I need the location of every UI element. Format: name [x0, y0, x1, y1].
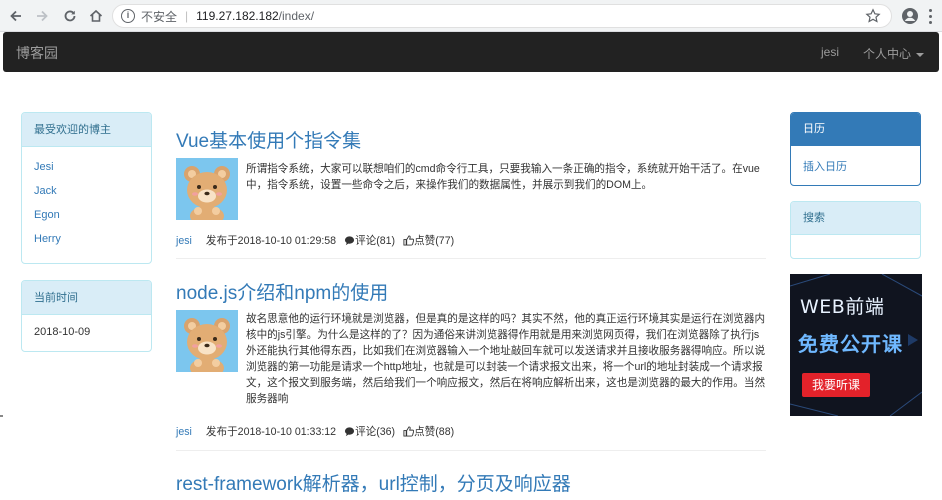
- address-bar[interactable]: i 不安全 | 119.27.182.182/index/: [112, 4, 892, 28]
- article-title[interactable]: Vue基本使用个指令集: [176, 126, 361, 153]
- like-count: 点赞(77): [414, 235, 455, 247]
- edge-mark: [0, 415, 3, 417]
- calendar-panel: 日历 插入日历: [790, 112, 921, 186]
- info-icon[interactable]: i: [121, 9, 135, 23]
- panel-heading: 最受欢迎的博主: [22, 113, 151, 147]
- brand-logo[interactable]: 博客园: [16, 43, 58, 63]
- blogger-link[interactable]: Jack: [34, 179, 139, 203]
- comment-count: 评论(81): [355, 235, 396, 247]
- current-time-value: 2018-10-09: [34, 326, 91, 338]
- comment-icon: [344, 427, 355, 437]
- article-meta: jesi 发布于2018-10-10 01:33:12 评论(36) 点赞(88…: [176, 424, 454, 439]
- article-divider: [176, 258, 766, 259]
- comment-count: 评论(36): [355, 426, 396, 438]
- popular-bloggers-panel: 最受欢迎的博主 Jesi Jack Egon Herry: [21, 112, 152, 264]
- thumbs-up-icon: [403, 235, 415, 246]
- blogger-link[interactable]: Jesi: [34, 155, 139, 179]
- arrow-left-icon[interactable]: [6, 6, 26, 26]
- ad-headline: WEB前端: [800, 296, 885, 318]
- star-icon[interactable]: [865, 8, 881, 27]
- article-likes[interactable]: 点赞(77): [403, 233, 454, 248]
- arrow-right-icon[interactable]: [32, 6, 52, 26]
- panel-heading: 当前时间: [22, 281, 151, 315]
- account-circle-icon[interactable]: [900, 6, 920, 26]
- article-comments[interactable]: 评论(81): [344, 233, 395, 248]
- blogger-list: Jesi Jack Egon Herry: [22, 147, 151, 261]
- browser-toolbar: i 不安全 | 119.27.182.182/index/: [0, 0, 942, 32]
- article-likes[interactable]: 点赞(88): [403, 424, 454, 439]
- top-navbar: 博客园 jesi 个人中心: [3, 32, 939, 72]
- article-summary: 故名思意他的运行环境就是浏览器，但是真的是这样的吗？其实不然，他的真正运行环境其…: [246, 313, 766, 405]
- comment-icon: [344, 236, 355, 246]
- article-date: 发布于2018-10-10 01:33:12: [205, 426, 337, 438]
- panel-heading: 日历: [791, 113, 920, 146]
- search-panel-body: [791, 235, 920, 255]
- article-summary: 所谓指令系统，大家可以联想咱们的cmd命令行工具，只要我输入一条正确的指令，系统…: [246, 163, 760, 191]
- article-author[interactable]: jesi: [176, 426, 192, 438]
- article-meta: jesi 发布于2018-10-10 01:29:58 评论(81) 点赞(77…: [176, 233, 454, 248]
- insert-calendar-link[interactable]: 插入日历: [791, 146, 920, 184]
- search-panel: 搜索: [790, 201, 921, 259]
- article-divider: [176, 450, 766, 451]
- url-path: /index/: [278, 9, 315, 23]
- panel-heading: 搜索: [791, 202, 920, 235]
- article-date: 发布于2018-10-10 01:29:58: [205, 235, 337, 247]
- caret-down-icon: [916, 52, 925, 57]
- ad-subheadline: 免费公开课: [798, 332, 903, 356]
- article-title[interactable]: node.js介绍和npm的使用: [176, 278, 388, 305]
- ad-enroll-button[interactable]: 我要听课: [802, 373, 870, 397]
- nav-user-link[interactable]: jesi: [821, 45, 839, 59]
- bear-avatar-icon: [176, 158, 238, 226]
- security-label: 不安全: [141, 9, 178, 24]
- article-title[interactable]: rest-framework解析器，url控制，分页及响应器: [176, 469, 571, 496]
- blogger-link[interactable]: Egon: [34, 203, 139, 227]
- home-icon[interactable]: [86, 6, 106, 26]
- more-vert-icon[interactable]: [924, 6, 936, 26]
- reload-icon[interactable]: [60, 6, 80, 26]
- web-course-ad-banner[interactable]: WEB前端 免费公开课 我要听课: [790, 274, 922, 416]
- url-host: 119.27.182.182: [196, 9, 279, 23]
- like-count: 点赞(88): [414, 426, 455, 438]
- bear-avatar-icon: [176, 310, 238, 378]
- separator: |: [185, 9, 189, 23]
- article-author[interactable]: jesi: [176, 235, 192, 247]
- thumbs-up-icon: [403, 426, 415, 437]
- user-center-dropdown[interactable]: 个人中心: [863, 45, 925, 62]
- article-comments[interactable]: 评论(36): [344, 424, 395, 439]
- user-center-label: 个人中心: [863, 47, 912, 61]
- current-time-panel: 当前时间 2018-10-09: [21, 280, 152, 352]
- blogger-link[interactable]: Herry: [34, 227, 139, 251]
